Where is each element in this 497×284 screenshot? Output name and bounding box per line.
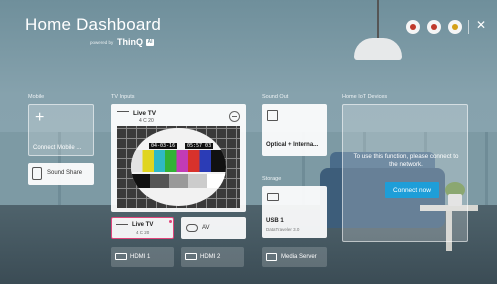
input-av[interactable]: AV [181,217,246,239]
gray-bars [131,174,226,188]
home-iot-panel: To use this function, please connect to … [342,104,468,242]
input-channel: 4 C 20 [136,230,150,235]
test-pattern-date: 04-03-16 [149,143,178,149]
av-icon [186,224,198,232]
input-live-tv[interactable]: Live TV 4 C 20 [111,217,174,239]
tv-preview: 04-03-16 05:57 03 [117,126,240,208]
active-dot-icon [169,220,172,223]
live-tv-label: Live TV [133,110,157,117]
input-label: HDMI 2 [200,254,221,260]
usb-device-name: DataTraveler 3.0 [266,227,300,232]
sound-share-label: Sound Share [47,170,83,176]
usb-card[interactable]: USB 1 DataTraveler 3.0 [262,186,327,238]
lamp-cord [377,0,379,40]
color-bars [131,150,226,172]
input-label: Live TV [132,222,154,228]
account-icon[interactable] [427,20,441,34]
connect-mobile-label: Connect Mobile ... [33,145,82,151]
sound-out-card[interactable]: Optical + Interna... [262,104,327,156]
sound-out-label: Optical + Interna... [266,142,319,148]
live-tv-channel: 4 C 20 [139,118,154,124]
input-hdmi-1[interactable]: HDMI 1 [111,247,174,267]
section-sound-out: Sound Out [262,94,289,100]
powered-by-label: powered by [90,40,114,45]
plus-icon: + [35,109,45,126]
sound-share-button[interactable]: Sound Share [28,163,94,185]
antenna-icon [116,224,128,230]
usb-icon [267,193,279,201]
close-icon[interactable]: ✕ [476,18,486,32]
page-title: Home Dashboard [25,15,162,34]
section-home-iot: Home IoT Devices [342,94,388,100]
settings-icon[interactable] [448,20,462,34]
connect-now-button[interactable]: Connect now [385,182,439,198]
thinq-logo: ThinQ [117,37,143,47]
media-server-button[interactable]: Media Server [262,247,327,267]
speaker-icon [267,110,278,121]
server-icon [266,253,277,261]
test-pattern-time: 05:57 03 [185,143,214,149]
media-server-label: Media Server [281,254,317,260]
pendant-lamp [354,38,402,60]
phone-icon [32,167,42,180]
test-pattern-circle: 04-03-16 05:57 03 [131,128,226,206]
connect-mobile-button[interactable]: + Connect Mobile ... [28,104,94,156]
antenna-icon [117,111,129,119]
hdmi-icon [185,253,197,260]
input-hdmi-2[interactable]: HDMI 2 [181,247,244,267]
header-divider [468,20,469,34]
ai-badge: AI [146,39,154,46]
collapse-icon[interactable] [229,111,240,122]
notification-icon[interactable] [406,20,420,34]
input-label: HDMI 1 [130,254,151,260]
hdmi-icon [115,253,127,260]
section-mobile: Mobile [28,94,45,100]
network-message: To use this function, please connect to … [353,153,459,168]
section-storage: Storage [262,176,282,182]
usb-label: USB 1 [266,218,284,224]
live-tv-card[interactable]: Live TV 4 C 20 04-03-16 05:57 03 [111,104,246,212]
section-tv-inputs: TV Inputs [111,94,135,100]
input-label: AV [202,225,210,231]
